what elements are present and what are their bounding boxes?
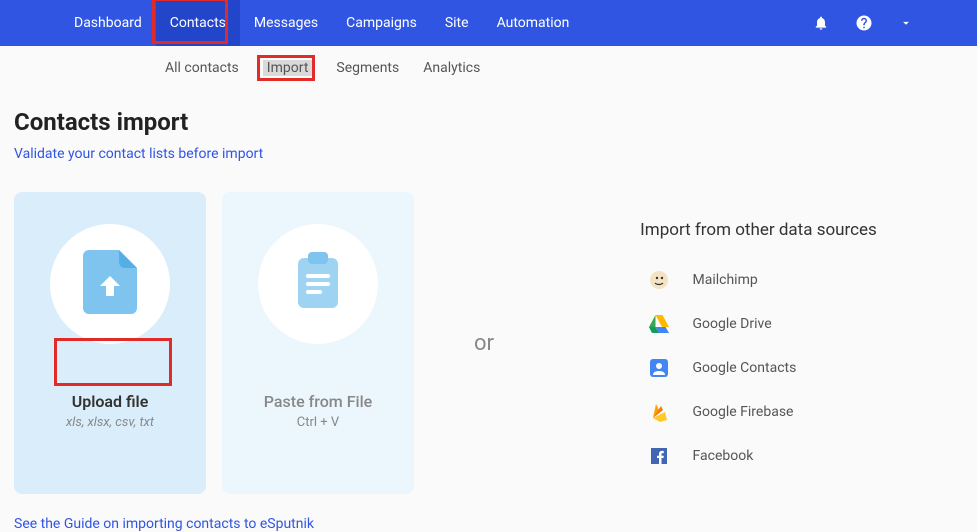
subnav-import-label: Import (267, 60, 309, 76)
source-google-firebase[interactable]: Google Firebase (649, 402, 869, 422)
source-facebook[interactable]: Facebook (649, 446, 869, 466)
upload-file-sub: xls, xlsx, csv, txt (66, 415, 154, 430)
source-google-drive[interactable]: Google Drive (649, 314, 869, 334)
subnav-import[interactable]: Import (263, 60, 313, 76)
source-list: Mailchimp Google Drive Google Contacts (649, 270, 869, 466)
google-drive-icon (649, 314, 669, 334)
subnav-all-contacts[interactable]: All contacts (165, 60, 239, 76)
nav-messages[interactable]: Messages (240, 0, 332, 46)
nav-dashboard[interactable]: Dashboard (60, 0, 156, 46)
google-firebase-icon (649, 402, 669, 422)
sub-nav: All contacts Import Segments Analytics (0, 46, 977, 86)
paste-file-card[interactable]: Paste from File Ctrl + V (222, 192, 414, 494)
nav-contacts-label: Contacts (170, 15, 226, 31)
source-mailchimp[interactable]: Mailchimp (649, 270, 869, 290)
clipboard-icon (294, 252, 342, 316)
upload-file-title: Upload file (66, 392, 154, 411)
upload-file-circle (50, 224, 170, 344)
cards-row: Upload file xls, xlsx, csv, txt (14, 192, 414, 494)
google-contacts-icon (649, 358, 669, 378)
file-upload-icon (83, 250, 137, 318)
facebook-icon (649, 446, 669, 466)
nav-site[interactable]: Site (431, 0, 483, 46)
chevron-down-icon[interactable] (899, 16, 913, 30)
validate-link[interactable]: Validate your contact lists before impor… (14, 146, 263, 162)
source-google-firebase-label: Google Firebase (693, 404, 794, 420)
subnav-analytics[interactable]: Analytics (423, 60, 480, 76)
import-area: Upload file xls, xlsx, csv, txt (14, 192, 963, 494)
source-google-contacts[interactable]: Google Contacts (649, 358, 869, 378)
nav-icons (813, 0, 917, 46)
mailchimp-icon (649, 270, 669, 290)
nav-automation[interactable]: Automation (483, 0, 584, 46)
top-nav: Dashboard Contacts Messages Campaigns Si… (0, 0, 977, 46)
bell-icon[interactable] (813, 15, 829, 31)
paste-file-sub: Ctrl + V (297, 415, 339, 430)
source-mailchimp-label: Mailchimp (693, 272, 758, 288)
paste-file-circle (258, 224, 378, 344)
source-facebook-label: Facebook (693, 448, 754, 464)
paste-file-title: Paste from File (264, 392, 373, 411)
sources-column: Import from other data sources Mailchimp… (554, 220, 963, 466)
highlight-upload (54, 338, 172, 386)
sources-title: Import from other data sources (640, 220, 877, 240)
upload-file-card[interactable]: Upload file xls, xlsx, csv, txt (14, 192, 206, 494)
nav-campaigns[interactable]: Campaigns (332, 0, 431, 46)
nav-contacts[interactable]: Contacts (156, 0, 240, 46)
or-text: or (444, 331, 524, 356)
help-icon[interactable] (855, 14, 873, 32)
source-google-contacts-label: Google Contacts (693, 360, 797, 376)
guide-link[interactable]: See the Guide on importing contacts to e… (14, 516, 314, 532)
subnav-segments[interactable]: Segments (336, 60, 399, 76)
source-google-drive-label: Google Drive (693, 316, 772, 332)
page-title: Contacts import (14, 108, 963, 136)
content: Contacts import Validate your contact li… (0, 86, 977, 532)
